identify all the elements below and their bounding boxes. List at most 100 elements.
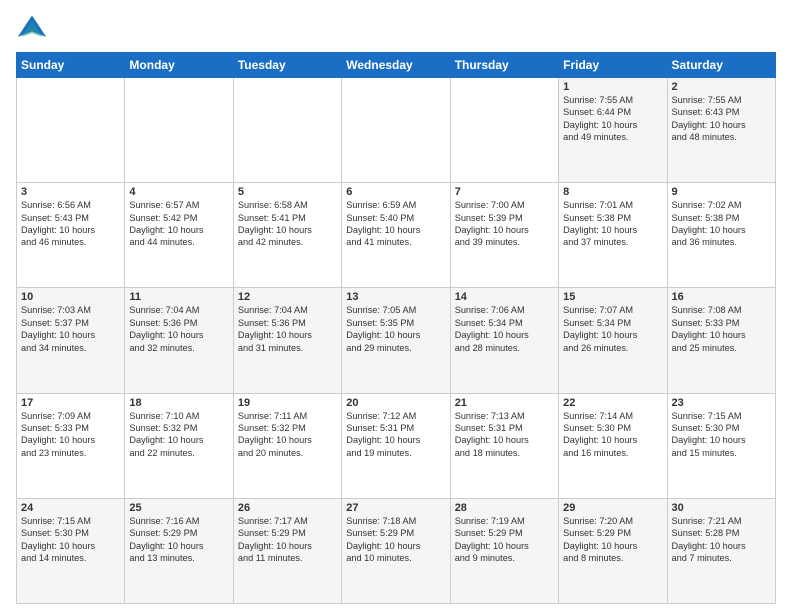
day-number: 8: [563, 186, 662, 198]
day-number: 18: [129, 397, 228, 409]
calendar-cell: 28Sunrise: 7:19 AM Sunset: 5:29 PM Dayli…: [450, 498, 558, 603]
weekday-header-sunday: Sunday: [17, 53, 125, 78]
day-number: 22: [563, 397, 662, 409]
day-info: Sunrise: 7:11 AM Sunset: 5:32 PM Dayligh…: [238, 410, 337, 460]
weekday-header-thursday: Thursday: [450, 53, 558, 78]
calendar-cell: 7Sunrise: 7:00 AM Sunset: 5:39 PM Daylig…: [450, 183, 558, 288]
day-info: Sunrise: 7:05 AM Sunset: 5:35 PM Dayligh…: [346, 304, 445, 354]
calendar-cell: 1Sunrise: 7:55 AM Sunset: 6:44 PM Daylig…: [559, 78, 667, 183]
calendar-cell: 17Sunrise: 7:09 AM Sunset: 5:33 PM Dayli…: [17, 393, 125, 498]
day-info: Sunrise: 7:10 AM Sunset: 5:32 PM Dayligh…: [129, 410, 228, 460]
day-number: 5: [238, 186, 337, 198]
day-info: Sunrise: 6:56 AM Sunset: 5:43 PM Dayligh…: [21, 199, 120, 249]
day-number: 14: [455, 291, 554, 303]
calendar-cell: 11Sunrise: 7:04 AM Sunset: 5:36 PM Dayli…: [125, 288, 233, 393]
day-number: 23: [672, 397, 771, 409]
calendar-cell: 22Sunrise: 7:14 AM Sunset: 5:30 PM Dayli…: [559, 393, 667, 498]
weekday-header-wednesday: Wednesday: [342, 53, 450, 78]
calendar-cell: [125, 78, 233, 183]
calendar-cell: 2Sunrise: 7:55 AM Sunset: 6:43 PM Daylig…: [667, 78, 775, 183]
day-number: 19: [238, 397, 337, 409]
day-number: 4: [129, 186, 228, 198]
weekday-header-row: SundayMondayTuesdayWednesdayThursdayFrid…: [17, 53, 776, 78]
day-info: Sunrise: 7:15 AM Sunset: 5:30 PM Dayligh…: [21, 515, 120, 565]
day-info: Sunrise: 7:15 AM Sunset: 5:30 PM Dayligh…: [672, 410, 771, 460]
day-info: Sunrise: 7:20 AM Sunset: 5:29 PM Dayligh…: [563, 515, 662, 565]
day-info: Sunrise: 7:13 AM Sunset: 5:31 PM Dayligh…: [455, 410, 554, 460]
day-number: 30: [672, 502, 771, 514]
calendar-cell: 27Sunrise: 7:18 AM Sunset: 5:29 PM Dayli…: [342, 498, 450, 603]
day-info: Sunrise: 7:55 AM Sunset: 6:43 PM Dayligh…: [672, 94, 771, 144]
week-row-4: 24Sunrise: 7:15 AM Sunset: 5:30 PM Dayli…: [17, 498, 776, 603]
calendar-cell: 29Sunrise: 7:20 AM Sunset: 5:29 PM Dayli…: [559, 498, 667, 603]
calendar-cell: [233, 78, 341, 183]
day-info: Sunrise: 7:03 AM Sunset: 5:37 PM Dayligh…: [21, 304, 120, 354]
day-number: 13: [346, 291, 445, 303]
day-info: Sunrise: 7:17 AM Sunset: 5:29 PM Dayligh…: [238, 515, 337, 565]
day-number: 3: [21, 186, 120, 198]
calendar-cell: 16Sunrise: 7:08 AM Sunset: 5:33 PM Dayli…: [667, 288, 775, 393]
weekday-header-friday: Friday: [559, 53, 667, 78]
calendar-cell: 19Sunrise: 7:11 AM Sunset: 5:32 PM Dayli…: [233, 393, 341, 498]
day-info: Sunrise: 6:58 AM Sunset: 5:41 PM Dayligh…: [238, 199, 337, 249]
calendar-cell: 15Sunrise: 7:07 AM Sunset: 5:34 PM Dayli…: [559, 288, 667, 393]
calendar-cell: 12Sunrise: 7:04 AM Sunset: 5:36 PM Dayli…: [233, 288, 341, 393]
day-number: 28: [455, 502, 554, 514]
day-info: Sunrise: 7:00 AM Sunset: 5:39 PM Dayligh…: [455, 199, 554, 249]
day-number: 29: [563, 502, 662, 514]
calendar-cell: 25Sunrise: 7:16 AM Sunset: 5:29 PM Dayli…: [125, 498, 233, 603]
calendar-cell: 18Sunrise: 7:10 AM Sunset: 5:32 PM Dayli…: [125, 393, 233, 498]
day-info: Sunrise: 7:07 AM Sunset: 5:34 PM Dayligh…: [563, 304, 662, 354]
day-number: 2: [672, 81, 771, 93]
day-number: 27: [346, 502, 445, 514]
header: [16, 12, 776, 44]
day-number: 12: [238, 291, 337, 303]
day-number: 10: [21, 291, 120, 303]
calendar-cell: 14Sunrise: 7:06 AM Sunset: 5:34 PM Dayli…: [450, 288, 558, 393]
day-number: 17: [21, 397, 120, 409]
calendar-cell: 23Sunrise: 7:15 AM Sunset: 5:30 PM Dayli…: [667, 393, 775, 498]
calendar-cell: 21Sunrise: 7:13 AM Sunset: 5:31 PM Dayli…: [450, 393, 558, 498]
day-info: Sunrise: 7:18 AM Sunset: 5:29 PM Dayligh…: [346, 515, 445, 565]
day-number: 1: [563, 81, 662, 93]
weekday-header-tuesday: Tuesday: [233, 53, 341, 78]
calendar-cell: 5Sunrise: 6:58 AM Sunset: 5:41 PM Daylig…: [233, 183, 341, 288]
logo-icon: [16, 12, 48, 44]
weekday-header-monday: Monday: [125, 53, 233, 78]
day-number: 7: [455, 186, 554, 198]
calendar-cell: [450, 78, 558, 183]
week-row-1: 3Sunrise: 6:56 AM Sunset: 5:43 PM Daylig…: [17, 183, 776, 288]
day-number: 20: [346, 397, 445, 409]
day-number: 11: [129, 291, 228, 303]
calendar-table: SundayMondayTuesdayWednesdayThursdayFrid…: [16, 52, 776, 604]
calendar-cell: 3Sunrise: 6:56 AM Sunset: 5:43 PM Daylig…: [17, 183, 125, 288]
calendar-cell: 26Sunrise: 7:17 AM Sunset: 5:29 PM Dayli…: [233, 498, 341, 603]
day-info: Sunrise: 6:59 AM Sunset: 5:40 PM Dayligh…: [346, 199, 445, 249]
logo: [16, 12, 52, 44]
day-info: Sunrise: 7:02 AM Sunset: 5:38 PM Dayligh…: [672, 199, 771, 249]
day-number: 26: [238, 502, 337, 514]
calendar-cell: 8Sunrise: 7:01 AM Sunset: 5:38 PM Daylig…: [559, 183, 667, 288]
calendar-cell: 13Sunrise: 7:05 AM Sunset: 5:35 PM Dayli…: [342, 288, 450, 393]
calendar-cell: 9Sunrise: 7:02 AM Sunset: 5:38 PM Daylig…: [667, 183, 775, 288]
day-info: Sunrise: 7:16 AM Sunset: 5:29 PM Dayligh…: [129, 515, 228, 565]
day-info: Sunrise: 6:57 AM Sunset: 5:42 PM Dayligh…: [129, 199, 228, 249]
calendar-cell: 10Sunrise: 7:03 AM Sunset: 5:37 PM Dayli…: [17, 288, 125, 393]
day-info: Sunrise: 7:01 AM Sunset: 5:38 PM Dayligh…: [563, 199, 662, 249]
page: SundayMondayTuesdayWednesdayThursdayFrid…: [0, 0, 792, 612]
calendar-cell: 4Sunrise: 6:57 AM Sunset: 5:42 PM Daylig…: [125, 183, 233, 288]
day-number: 9: [672, 186, 771, 198]
day-info: Sunrise: 7:21 AM Sunset: 5:28 PM Dayligh…: [672, 515, 771, 565]
day-number: 21: [455, 397, 554, 409]
day-number: 24: [21, 502, 120, 514]
day-info: Sunrise: 7:08 AM Sunset: 5:33 PM Dayligh…: [672, 304, 771, 354]
week-row-3: 17Sunrise: 7:09 AM Sunset: 5:33 PM Dayli…: [17, 393, 776, 498]
day-info: Sunrise: 7:12 AM Sunset: 5:31 PM Dayligh…: [346, 410, 445, 460]
day-info: Sunrise: 7:14 AM Sunset: 5:30 PM Dayligh…: [563, 410, 662, 460]
day-number: 15: [563, 291, 662, 303]
calendar-cell: 24Sunrise: 7:15 AM Sunset: 5:30 PM Dayli…: [17, 498, 125, 603]
day-info: Sunrise: 7:04 AM Sunset: 5:36 PM Dayligh…: [238, 304, 337, 354]
calendar-cell: [17, 78, 125, 183]
weekday-header-saturday: Saturday: [667, 53, 775, 78]
week-row-0: 1Sunrise: 7:55 AM Sunset: 6:44 PM Daylig…: [17, 78, 776, 183]
